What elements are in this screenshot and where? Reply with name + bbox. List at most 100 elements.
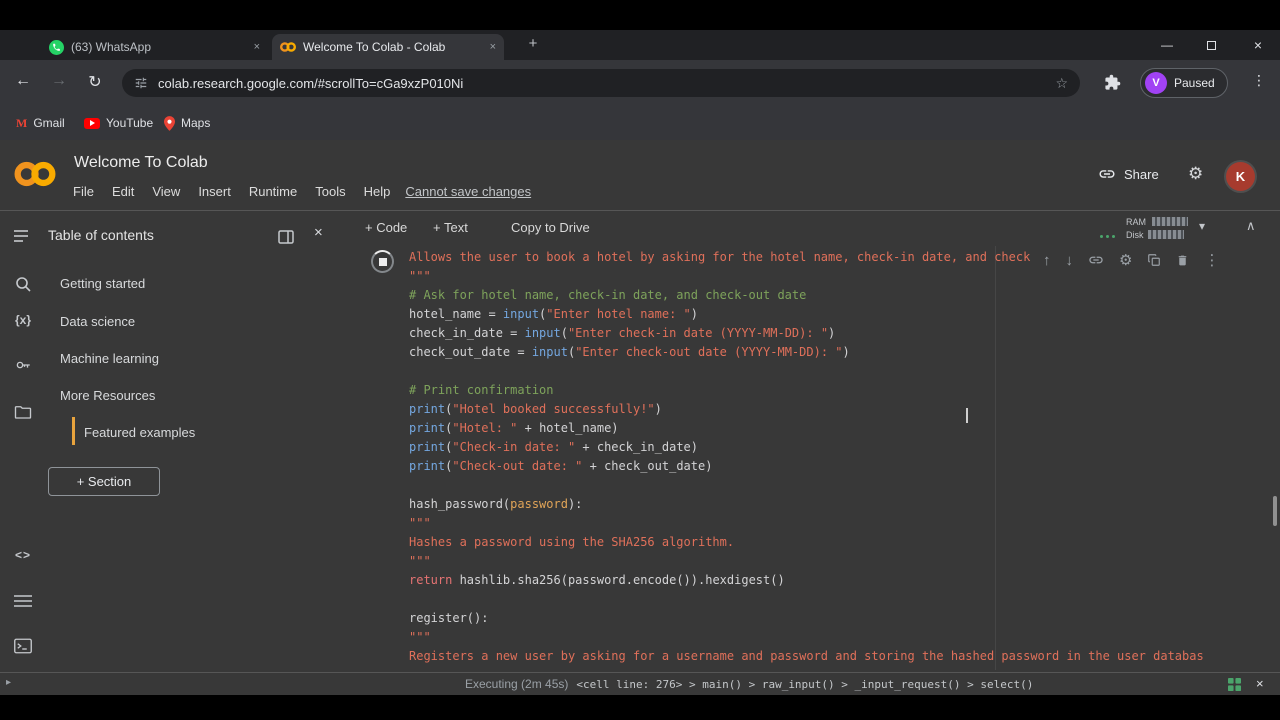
secrets-key-icon[interactable] bbox=[12, 356, 34, 379]
colab-logo-icon[interactable] bbox=[14, 157, 56, 191]
code-line[interactable]: # Ask for hotel name, check-in date, and… bbox=[409, 286, 1274, 305]
code-line[interactable] bbox=[409, 362, 1274, 381]
close-tab-icon[interactable]: × bbox=[490, 41, 496, 53]
back-icon[interactable]: ← bbox=[10, 72, 36, 90]
user-avatar[interactable]: K bbox=[1226, 162, 1255, 191]
cell-toolbar: ↑ ↓ ⚙ ⋮ bbox=[1043, 248, 1219, 272]
bookmark-label: Gmail bbox=[33, 116, 65, 130]
copy-link-icon[interactable] bbox=[1088, 252, 1104, 268]
code-line[interactable]: hash_password(password): bbox=[409, 495, 1274, 514]
executing-status: Executing (2m 45s) bbox=[465, 677, 569, 691]
close-tab-icon[interactable]: × bbox=[254, 41, 260, 53]
browser-tab-whatsapp[interactable]: (63) WhatsApp × bbox=[40, 34, 268, 60]
run-cell-button[interactable] bbox=[371, 250, 394, 273]
code-line[interactable] bbox=[409, 590, 1274, 609]
code-line[interactable]: print("Check-in date: " + check_in_date) bbox=[409, 438, 1274, 457]
bookmark-star-icon[interactable]: ☆ bbox=[1055, 75, 1068, 92]
copy-cell-icon[interactable] bbox=[1147, 253, 1161, 267]
execution-trace[interactable]: <cell line: 276> > main() > raw_input() … bbox=[576, 678, 1033, 691]
menu-view[interactable]: View bbox=[143, 184, 189, 199]
site-info-icon[interactable] bbox=[134, 76, 148, 90]
menu-runtime[interactable]: Runtime bbox=[240, 184, 306, 199]
add-code-button[interactable]: + Code bbox=[365, 220, 407, 235]
window-close-button[interactable]: × bbox=[1237, 30, 1279, 60]
code-line[interactable]: Hashes a password using the SHA256 algor… bbox=[409, 533, 1274, 552]
code-line[interactable]: check_in_date = input("Enter check-in da… bbox=[409, 324, 1274, 343]
code-line[interactable]: """ bbox=[409, 514, 1274, 533]
code-line[interactable]: register(): bbox=[409, 609, 1274, 628]
cell-settings-gear-icon[interactable]: ⚙ bbox=[1119, 251, 1132, 269]
terminal-icon[interactable] bbox=[12, 638, 34, 659]
variables-icon[interactable]: {x} bbox=[12, 313, 34, 327]
menu-help[interactable]: Help bbox=[355, 184, 400, 199]
sidebar-item-machine-learning[interactable]: Machine learning bbox=[60, 351, 159, 366]
code-line[interactable]: print("Check-out date: " + check_out_dat… bbox=[409, 457, 1274, 476]
code-line[interactable]: # Print confirmation bbox=[409, 381, 1274, 400]
move-cell-down-icon[interactable]: ↓ bbox=[1066, 252, 1074, 269]
url-text[interactable]: colab.research.google.com/#scrollTo=cGa9… bbox=[158, 76, 1055, 91]
add-section-button[interactable]: + Section bbox=[48, 467, 160, 496]
files-folder-icon[interactable] bbox=[12, 404, 34, 425]
address-bar[interactable]: colab.research.google.com/#scrollTo=cGa9… bbox=[122, 69, 1080, 97]
profile-chip[interactable]: V Paused bbox=[1140, 68, 1228, 98]
execution-status-bar: ▸ Executing (2m 45s) <cell line: 276> > … bbox=[0, 672, 1280, 695]
menu-edit[interactable]: Edit bbox=[103, 184, 143, 199]
menu-insert[interactable]: Insert bbox=[189, 184, 240, 199]
cell-menu-icon[interactable]: ⋮ bbox=[1204, 251, 1219, 269]
code-editor[interactable]: Allows the user to book a hotel by askin… bbox=[409, 248, 1274, 666]
menubar: File Edit View Insert Runtime Tools Help… bbox=[64, 184, 531, 199]
extensions-icon[interactable] bbox=[1104, 74, 1121, 91]
activity-icon[interactable] bbox=[1228, 678, 1241, 691]
code-snippets-icon[interactable]: <> bbox=[12, 548, 34, 562]
bookmark-youtube[interactable]: YouTube bbox=[84, 106, 153, 140]
save-status-link[interactable]: Cannot save changes bbox=[405, 184, 531, 199]
toolbar-more-icon[interactable] bbox=[1098, 225, 1116, 243]
add-text-button[interactable]: + Text bbox=[433, 220, 468, 235]
resources-caret-icon[interactable]: ▾ bbox=[1199, 219, 1205, 233]
window-minimize-button[interactable]: — bbox=[1146, 30, 1188, 60]
code-line[interactable]: """ bbox=[409, 628, 1274, 647]
code-line[interactable]: """ bbox=[409, 552, 1274, 571]
code-line[interactable]: hotel_name = input("Enter hotel name: ") bbox=[409, 305, 1274, 324]
copy-to-drive-button[interactable]: Copy to Drive bbox=[511, 220, 590, 235]
command-palette-icon[interactable] bbox=[12, 594, 34, 613]
maps-icon bbox=[164, 115, 175, 131]
ram-usage-meter bbox=[1152, 217, 1188, 226]
menu-file[interactable]: File bbox=[64, 184, 103, 199]
new-tab-button[interactable]: + bbox=[522, 35, 544, 52]
delete-cell-icon[interactable] bbox=[1176, 253, 1189, 268]
search-icon[interactable] bbox=[12, 275, 34, 298]
browser-tab-colab[interactable]: Welcome To Colab - Colab × bbox=[272, 34, 504, 60]
sidebar-item-getting-started[interactable]: Getting started bbox=[60, 276, 145, 291]
sidebar-close-icon[interactable]: × bbox=[314, 224, 323, 241]
code-line[interactable]: Registers a new user by asking for a use… bbox=[409, 647, 1274, 666]
collapse-header-icon[interactable]: ∧ bbox=[1246, 218, 1256, 234]
code-line[interactable]: print("Hotel: " + hotel_name) bbox=[409, 419, 1274, 438]
share-button[interactable]: Share bbox=[1098, 165, 1159, 183]
colab-favicon-icon bbox=[280, 39, 296, 55]
bookmark-gmail[interactable]: M Gmail bbox=[16, 106, 65, 140]
code-line[interactable] bbox=[409, 476, 1274, 495]
scrollbar-thumb[interactable] bbox=[1273, 496, 1277, 526]
code-line[interactable]: print("Hotel booked successfully!") bbox=[409, 400, 1274, 419]
bookmark-maps[interactable]: Maps bbox=[164, 106, 210, 140]
sidebar-item-more-resources[interactable]: More Resources bbox=[60, 388, 155, 403]
resources-indicator[interactable]: RAM Disk bbox=[1126, 215, 1188, 241]
menu-tools[interactable]: Tools bbox=[306, 184, 354, 199]
notebook-title[interactable]: Welcome To Colab bbox=[74, 154, 208, 172]
browser-menu-icon[interactable]: ⋮ bbox=[1246, 72, 1272, 89]
open-panel-icon[interactable] bbox=[278, 230, 294, 244]
code-line[interactable]: check_out_date = input("Enter check-out … bbox=[409, 343, 1274, 362]
code-cell: Allows the user to book a hotel by askin… bbox=[341, 246, 1280, 672]
window-maximize-button[interactable] bbox=[1190, 30, 1232, 60]
browser-toolbar: ← → ↻ colab.research.google.com/#scrollT… bbox=[0, 60, 1280, 106]
code-line[interactable]: return hashlib.sha256(password.encode())… bbox=[409, 571, 1274, 590]
forward-icon[interactable]: → bbox=[46, 72, 72, 90]
refresh-icon[interactable]: ↻ bbox=[82, 72, 108, 92]
sidebar-item-data-science[interactable]: Data science bbox=[60, 314, 135, 329]
output-toggle-icon[interactable]: ▸ bbox=[6, 677, 11, 688]
close-output-icon[interactable]: × bbox=[1256, 676, 1264, 691]
sidebar-item-featured-examples[interactable]: Featured examples bbox=[84, 425, 195, 440]
settings-gear-icon[interactable]: ⚙ bbox=[1188, 164, 1203, 184]
move-cell-up-icon[interactable]: ↑ bbox=[1043, 252, 1051, 269]
